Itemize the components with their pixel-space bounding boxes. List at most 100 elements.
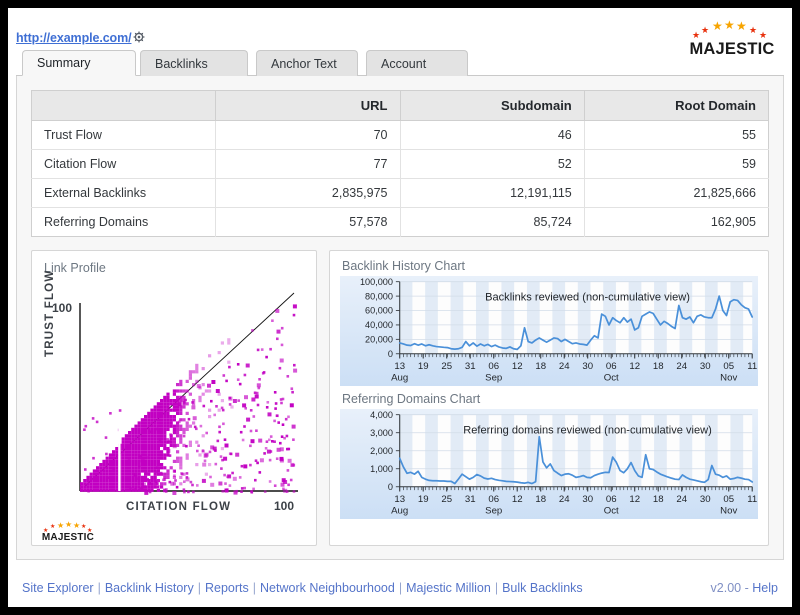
column-header-root-domain: Root Domain [584, 91, 768, 121]
svg-text:18: 18 [653, 361, 664, 372]
window-frame: http://example.com/ [0, 0, 800, 615]
cell-url: 57,578 [216, 208, 400, 237]
backlink-history-chart: 020,00040,00060,00080,000100,00013192531… [340, 276, 758, 386]
svg-text:06: 06 [488, 361, 499, 372]
version-separator: - [745, 581, 749, 595]
site-url-link[interactable]: http://example.com/ [16, 31, 131, 45]
logo-stars: ★ ★ ★ ★ ★ ★ ★ [686, 22, 778, 39]
tab-summary[interactable]: Summary [22, 50, 136, 76]
svg-text:30: 30 [700, 494, 711, 505]
svg-text:06: 06 [488, 494, 499, 505]
footer-link-site-explorer[interactable]: Site Explorer [22, 581, 94, 595]
svg-text:0: 0 [388, 349, 393, 359]
svg-text:31: 31 [465, 494, 476, 505]
main-content: URL Subdomain Root Domain Trust Flow 70 … [16, 76, 784, 560]
svg-text:18: 18 [535, 361, 546, 372]
svg-text:30: 30 [582, 361, 593, 372]
footer-link-backlink-history[interactable]: Backlink History [105, 581, 194, 595]
svg-text:05: 05 [723, 494, 734, 505]
row-label: Trust Flow [32, 121, 216, 150]
tab-backlinks-label: Backlinks [155, 57, 208, 71]
referring-domains-chart-block: Referring Domains Chart 01,0002,0003,000… [340, 392, 758, 519]
link-profile-plot: 100 TRUST FLOW CITATION FLOW 100 [44, 279, 306, 521]
scatter-canvas [44, 279, 306, 521]
metrics-table: URL Subdomain Root Domain Trust Flow 70 … [31, 90, 769, 237]
cell-root: 162,905 [584, 208, 768, 237]
svg-text:30: 30 [700, 361, 711, 372]
header: http://example.com/ [8, 8, 792, 50]
svg-text:11: 11 [747, 494, 757, 505]
cell-root: 55 [584, 121, 768, 150]
svg-text:11: 11 [747, 361, 757, 372]
table-row: Trust Flow 70 46 55 [32, 121, 769, 150]
svg-text:60,000: 60,000 [365, 306, 393, 316]
gear-icon[interactable] [132, 30, 146, 44]
row-label: External Backlinks [32, 179, 216, 208]
svg-text:05: 05 [723, 361, 734, 372]
svg-text:20,000: 20,000 [365, 335, 393, 345]
svg-text:13: 13 [394, 361, 405, 372]
tab-account-label: Account [381, 57, 426, 71]
table-row: External Backlinks 2,835,975 12,191,115 … [32, 179, 769, 208]
table-row: Referring Domains 57,578 85,724 162,905 [32, 208, 769, 237]
svg-text:06: 06 [606, 361, 617, 372]
svg-text:0: 0 [388, 482, 393, 492]
svg-text:4,000: 4,000 [370, 410, 393, 420]
backlink-history-chart-block: Backlink History Chart 0 20,000 40,000 60,0… [340, 259, 758, 386]
cell-subdomain: 52 [400, 150, 584, 179]
history-charts-panel: Backlink History Chart 0 20,000 40,000 60,0… [329, 250, 769, 546]
footer-link-help[interactable]: Help [752, 581, 778, 595]
referring-domains-chart-title: Referring Domains Chart [342, 392, 758, 406]
svg-text:Aug: Aug [391, 505, 408, 516]
svg-text:12: 12 [512, 494, 523, 505]
version-label: v2.00 [711, 581, 742, 595]
footer-separator: | [198, 581, 201, 595]
svg-text:80,000: 80,000 [365, 291, 393, 301]
footer-separator: | [98, 581, 101, 595]
footer-separator: | [399, 581, 402, 595]
svg-text:31: 31 [465, 361, 476, 372]
svg-text:Nov: Nov [720, 372, 737, 383]
svg-text:24: 24 [676, 361, 687, 372]
svg-text:40,000: 40,000 [365, 320, 393, 330]
svg-text:Aug: Aug [391, 372, 408, 383]
footer-separator: | [253, 581, 256, 595]
column-header-url: URL [216, 91, 400, 121]
footer-link-network-neighbourhood[interactable]: Network Neighbourhood [260, 581, 395, 595]
footer: Site Explorer | Backlink History | Reports | N… [16, 569, 784, 607]
tab-backlinks[interactable]: Backlinks [140, 50, 248, 76]
svg-text:Sep: Sep [485, 372, 502, 383]
svg-text:24: 24 [559, 361, 570, 372]
backlink-history-chart-title: Backlink History Chart [342, 259, 758, 273]
footer-link-reports[interactable]: Reports [205, 581, 249, 595]
svg-text:1,000: 1,000 [370, 464, 393, 474]
svg-text:Referring domains reviewed (no: Referring domains reviewed (non-cumulati… [463, 425, 712, 437]
cell-subdomain: 85,724 [400, 208, 584, 237]
cell-url: 77 [216, 150, 400, 179]
link-profile-title: Link Profile [44, 261, 304, 275]
footer-version-area: v2.00 - Help [711, 581, 778, 595]
svg-text:Sep: Sep [485, 505, 502, 516]
cell-url: 2,835,975 [216, 179, 400, 208]
tab-account[interactable]: Account [366, 50, 468, 76]
footer-link-bulk-backlinks[interactable]: Bulk Backlinks [502, 581, 583, 595]
logo-stars: ★ ★ ★ ★ ★ ★ ★ [40, 521, 96, 531]
cell-url: 70 [216, 121, 400, 150]
footer-link-majestic-million[interactable]: Majestic Million [406, 581, 491, 595]
footer-separator: | [495, 581, 498, 595]
tab-anchor-text[interactable]: Anchor Text [256, 50, 358, 76]
svg-text:Oct: Oct [604, 505, 619, 516]
row-label: Citation Flow [32, 150, 216, 179]
svg-text:2,000: 2,000 [370, 446, 393, 456]
svg-text:25: 25 [441, 361, 452, 372]
svg-text:12: 12 [629, 494, 640, 505]
tab-anchor-text-label: Anchor Text [271, 57, 337, 71]
svg-text:100,000: 100,000 [360, 277, 393, 287]
svg-text:30: 30 [582, 494, 593, 505]
column-header-blank [32, 91, 216, 121]
column-header-subdomain: Subdomain [400, 91, 584, 121]
cell-subdomain: 46 [400, 121, 584, 150]
cell-root: 21,825,666 [584, 179, 768, 208]
table-row: Citation Flow 77 52 59 [32, 150, 769, 179]
svg-text:18: 18 [535, 494, 546, 505]
